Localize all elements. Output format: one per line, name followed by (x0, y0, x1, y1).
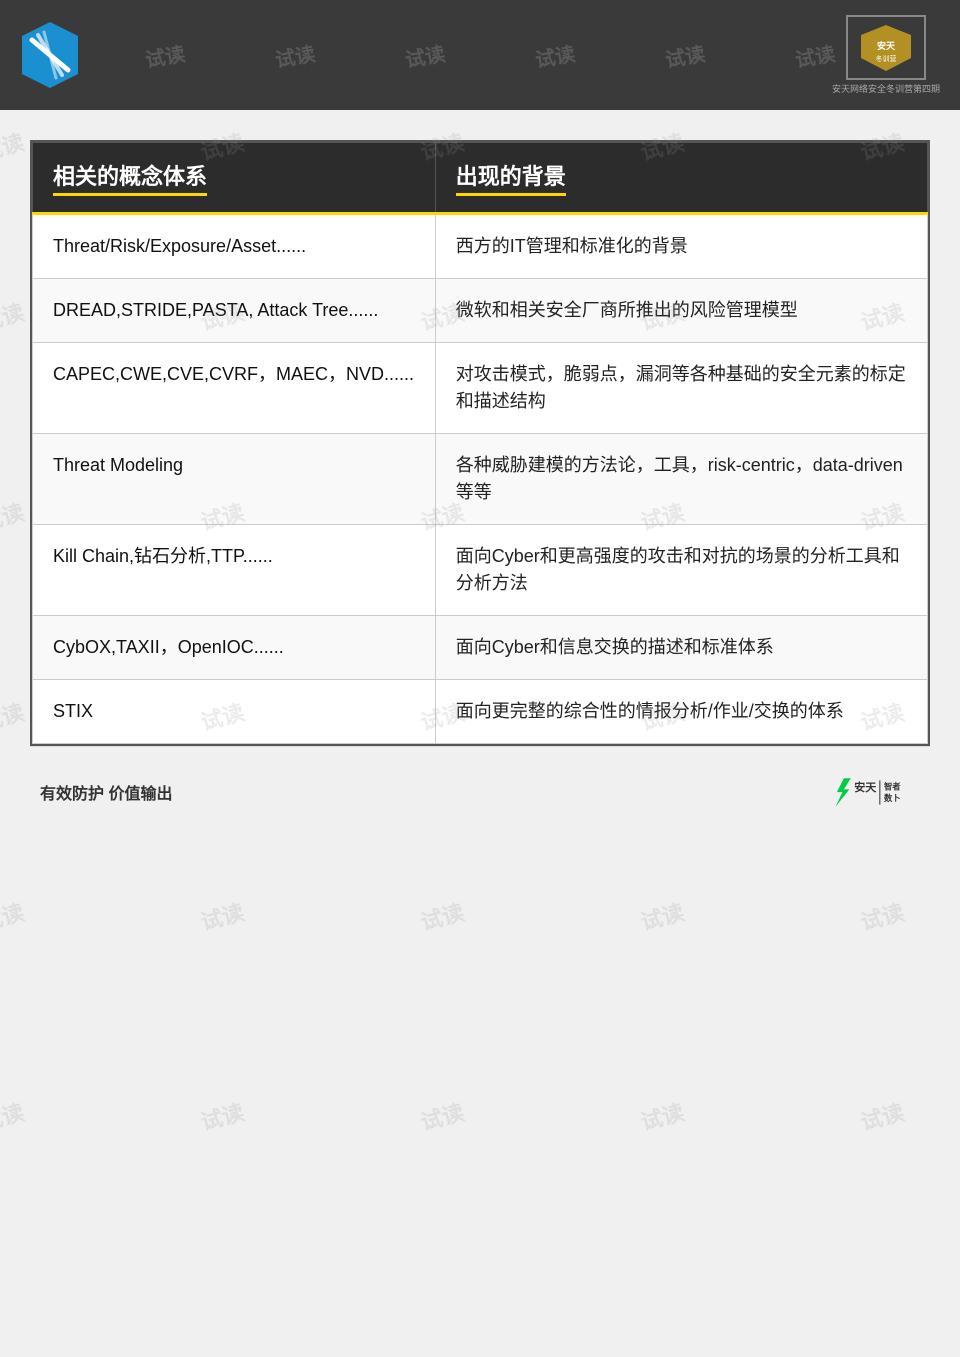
header-watermark: 试读 (533, 37, 577, 73)
header-logo: ANTIY (20, 20, 80, 90)
watermark: 试读 (0, 695, 27, 737)
footer: 有效防护 价值输出 安天 智者 数卜 (30, 746, 930, 837)
table-row: CAPEC,CWE,CVE,CVRF，MAEC，NVD......对攻击模式，脆… (33, 343, 928, 434)
table-cell-right: 面向Cyber和信息交换的描述和标准体系 (435, 616, 927, 680)
header-watermark: 试读 (793, 37, 837, 73)
watermark: 试读 (0, 1095, 27, 1137)
antiy-logo-icon: ANTIY (20, 20, 80, 90)
watermark: 试读 (637, 895, 688, 937)
header: ANTIY 试读 试读 试读 试读 试读 试读 安天 冬训营 安天网络安全冬训营… (0, 0, 960, 110)
header-right-logo-box: 安天 冬训营 (846, 15, 926, 80)
footer-logo: 安天 智者 数卜 (830, 767, 920, 817)
svg-text:安天: 安天 (877, 40, 896, 51)
table-cell-right: 微软和相关安全厂商所推出的风险管理模型 (435, 279, 927, 343)
watermark: 试读 (0, 895, 27, 937)
concepts-table: 相关的概念体系 出现的背景 Threat/Risk/Exposure/Asset… (32, 142, 928, 744)
watermark: 试读 (0, 295, 27, 337)
header-watermark: 试读 (403, 37, 447, 73)
watermark: 试读 (417, 895, 468, 937)
footer-tagline: 有效防护 价值输出 (40, 780, 172, 804)
watermark: 试读 (417, 1095, 468, 1137)
table-row: Kill Chain,钻石分析,TTP......面向Cyber和更高强度的攻击… (33, 525, 928, 616)
table-cell-right: 各种威胁建模的方法论，工具，risk-centric，data-driven等等 (435, 434, 927, 525)
svg-text:冬训营: 冬训营 (875, 54, 896, 63)
table-cell-right: 面向更完整的综合性的情报分析/作业/交换的体系 (435, 680, 927, 744)
table-cell-left: DREAD,STRIDE,PASTA, Attack Tree...... (33, 279, 436, 343)
table-row: CybOX,TAXII，OpenIOC......面向Cyber和信息交换的描述… (33, 616, 928, 680)
svg-text:数卜: 数卜 (884, 793, 901, 803)
header-watermarks: 试读 试读 试读 试读 试读 试读 (0, 0, 960, 110)
table-cell-left: Threat/Risk/Exposure/Asset...... (33, 214, 436, 279)
table-cell-left: Threat Modeling (33, 434, 436, 525)
watermark: 试读 (0, 495, 27, 537)
header-right-logo: 安天 冬训营 安天网络安全冬训营第四期 (832, 15, 940, 95)
table-cell-left: STIX (33, 680, 436, 744)
watermark: 试读 (0, 125, 27, 167)
svg-text:安天: 安天 (854, 779, 877, 793)
table-cell-right: 面向Cyber和更高强度的攻击和对抗的场景的分析工具和分析方法 (435, 525, 927, 616)
svg-text:智者: 智者 (884, 781, 901, 791)
header-watermark: 试读 (273, 37, 317, 73)
watermark: 试读 (197, 1095, 248, 1137)
table-row: Threat/Risk/Exposure/Asset......西方的IT管理和… (33, 214, 928, 279)
table-row: Threat Modeling各种威胁建模的方法论，工具，risk-centri… (33, 434, 928, 525)
table-cell-left: CybOX,TAXII，OpenIOC...... (33, 616, 436, 680)
header-right-caption: 安天网络安全冬训营第四期 (832, 82, 940, 95)
table-header-right: 出现的背景 (435, 143, 927, 214)
table-row: STIX面向更完整的综合性的情报分析/作业/交换的体系 (33, 680, 928, 744)
table-cell-left: CAPEC,CWE,CVE,CVRF，MAEC，NVD...... (33, 343, 436, 434)
header-watermark: 试读 (143, 37, 187, 73)
main-content: 相关的概念体系 出现的背景 Threat/Risk/Exposure/Asset… (30, 140, 930, 746)
table-cell-left: Kill Chain,钻石分析,TTP...... (33, 525, 436, 616)
watermark: 试读 (197, 895, 248, 937)
header-watermark: 试读 (663, 37, 707, 73)
watermark: 试读 (857, 1095, 908, 1137)
table-cell-right: 西方的IT管理和标准化的背景 (435, 214, 927, 279)
watermark: 试读 (857, 895, 908, 937)
watermark: 试读 (637, 1095, 688, 1137)
table-header-left: 相关的概念体系 (33, 143, 436, 214)
table-row: DREAD,STRIDE,PASTA, Attack Tree......微软和… (33, 279, 928, 343)
table-cell-right: 对攻击模式，脆弱点，漏洞等各种基础的安全元素的标定和描述结构 (435, 343, 927, 434)
footer-right: 安天 智者 数卜 (830, 767, 920, 817)
